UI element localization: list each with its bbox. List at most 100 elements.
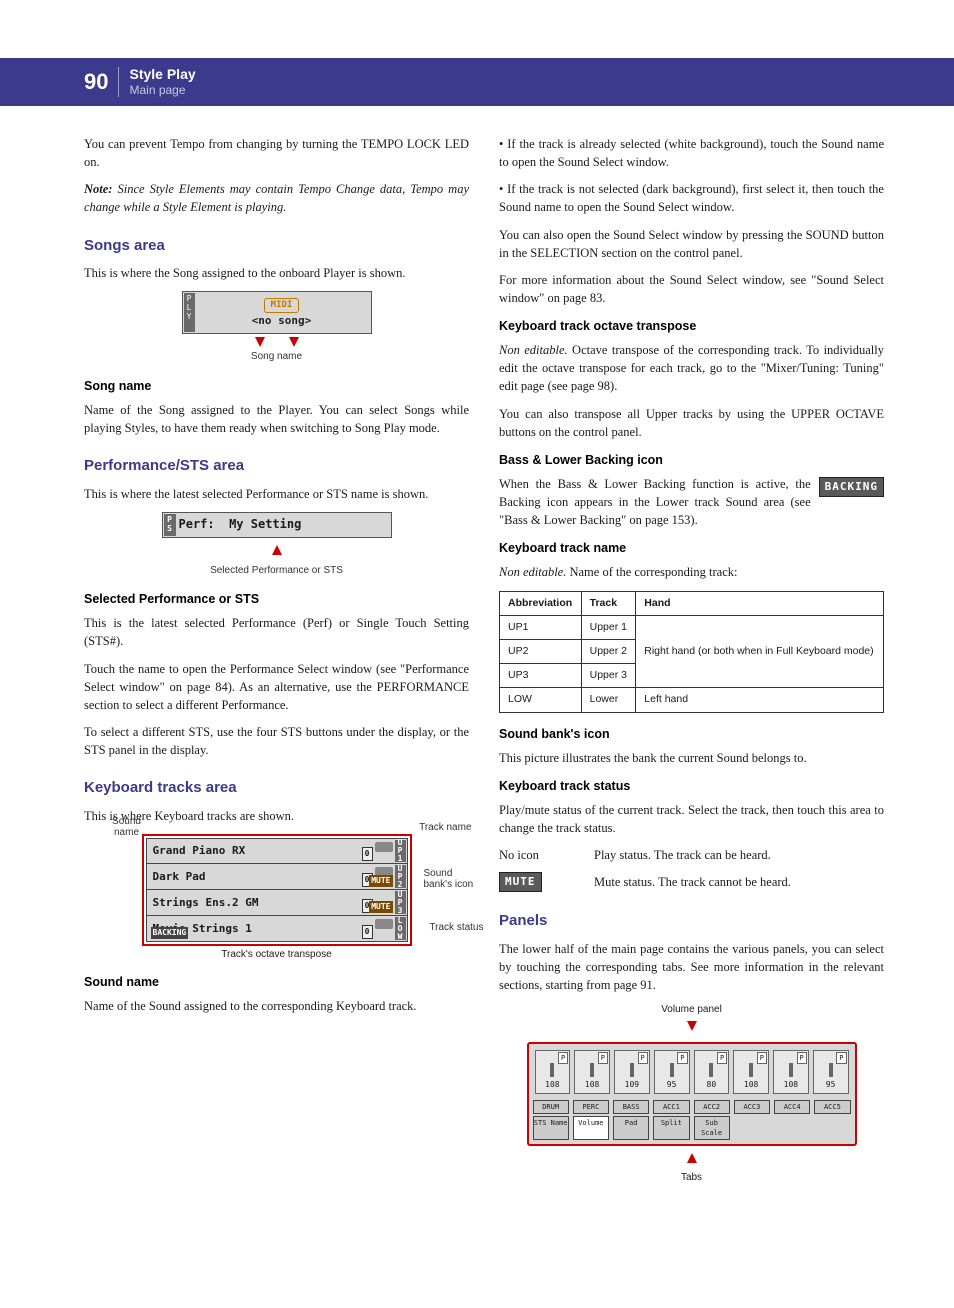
volume-slider: P108	[535, 1050, 571, 1094]
slider-value: 80	[707, 1079, 717, 1091]
slider-value: 95	[667, 1079, 677, 1091]
bullet-body: If the track is not selected (dark backg…	[499, 182, 884, 214]
body-text: Name of the Sound assigned to the corres…	[84, 997, 469, 1015]
no-song-text: <no song>	[197, 313, 367, 329]
backing-badge: BACKING	[151, 927, 189, 939]
td: UP1	[500, 615, 582, 639]
track-label: ACC4	[774, 1100, 810, 1114]
track-label: ACC1	[653, 1100, 689, 1114]
p-badge: P	[836, 1052, 846, 1064]
arrow-down-icon	[255, 337, 265, 347]
bullet-text: • If the track is already selected (whit…	[499, 135, 884, 171]
abbreviation-table: Abbreviation Track Hand UP1 Upper 1 Righ…	[499, 591, 884, 713]
p-badge: P	[598, 1052, 608, 1064]
th-hand: Hand	[636, 591, 884, 615]
kb-row-name: Dark Pad	[153, 869, 206, 885]
track-label: PERC	[573, 1100, 609, 1114]
midi-badge: MIDI	[264, 298, 300, 313]
subheading-track-status: Keyboard track status	[499, 777, 884, 795]
subheading-backing-icon: Bass & Lower Backing icon	[499, 451, 884, 469]
track-label: ACC2	[694, 1100, 730, 1114]
figure-perf-box: PS Perf: My Setting Selected Performance…	[84, 512, 469, 578]
body-text: This is the latest selected Performance …	[84, 614, 469, 650]
body-text: You can also open the Sound Select windo…	[499, 226, 884, 262]
td: UP2	[500, 639, 582, 663]
td: Upper 2	[581, 639, 636, 663]
heading-songs-area: Songs area	[84, 235, 469, 257]
ps-indicator: PS	[164, 514, 176, 535]
left-column: You can prevent Tempo from changing by t…	[84, 135, 469, 1268]
figure-keyboard-tracks: Sound name Track name Sound bank's icon …	[142, 834, 412, 963]
ply-indicator: PLY	[184, 293, 195, 332]
td: Upper 1	[581, 615, 636, 639]
kb-track-row: Dark Pad 0 MUTE UP2	[146, 864, 408, 890]
subheading-kb-track-name: Keyboard track name	[499, 539, 884, 557]
note-text: Note: Since Style Elements may contain T…	[84, 180, 469, 216]
kb-side-label: LOW	[395, 917, 406, 940]
kb-track-row: Grand Piano RX 0 UP1	[146, 838, 408, 864]
heading-panels: Panels	[499, 910, 884, 932]
td: Upper 3	[581, 664, 636, 688]
volume-panel-caption-top: Volume panel	[499, 1003, 884, 1018]
track-label: BASS	[613, 1100, 649, 1114]
note-label: Note:	[84, 182, 112, 196]
slider-value: 108	[784, 1079, 798, 1091]
td: LOW	[500, 688, 582, 712]
p-badge: P	[757, 1052, 767, 1064]
mute-badge: MUTE	[369, 901, 392, 913]
p-badge: P	[558, 1052, 568, 1064]
kb-side-label: UP3	[395, 891, 406, 914]
perf-box: PS Perf: My Setting	[162, 512, 392, 537]
page-header: 90 Style Play Main page	[0, 58, 954, 106]
body-text: This is where the latest selected Perfor…	[84, 485, 469, 503]
p-badge: P	[717, 1052, 727, 1064]
body-text: You can also transpose all Upper tracks …	[499, 405, 884, 441]
th-track: Track	[581, 591, 636, 615]
p-badge: P	[797, 1052, 807, 1064]
arrow-up-icon	[687, 1153, 697, 1163]
non-editable-label: Non editable.	[499, 343, 568, 357]
body-text: Name of the Song assigned to the Player.…	[84, 401, 469, 437]
body-text: Non editable. Octave transpose of the co…	[499, 341, 884, 395]
header-divider	[118, 67, 119, 97]
kb-row-name: Grand Piano RX	[153, 843, 246, 859]
callout-octave-transpose: Track's octave transpose	[142, 948, 412, 963]
callout-sound-name: Sound name	[102, 816, 152, 838]
right-column: • If the track is already selected (whit…	[499, 135, 884, 1268]
arrow-down-icon	[687, 1021, 697, 1031]
slider-value: 108	[744, 1079, 758, 1091]
octave-badge: 0	[362, 847, 373, 861]
volume-slider: P 108	[733, 1050, 769, 1094]
body-text: For more information about the Sound Sel…	[499, 271, 884, 307]
td: Left hand	[636, 688, 884, 712]
figure-caption: Song name	[84, 350, 469, 365]
song-box: PLY MIDI <no song>	[182, 291, 372, 334]
table-header-row: Abbreviation Track Hand	[500, 591, 884, 615]
slider-value: 95	[826, 1079, 836, 1091]
subheading-bank-icon: Sound bank's icon	[499, 725, 884, 743]
kb-side-label: UP2	[395, 865, 406, 888]
tabs-caption: Tabs	[499, 1171, 884, 1186]
bullet-body: If the track is already selected (white …	[499, 137, 884, 169]
callout-track-name: Track name	[419, 822, 471, 833]
heading-keyboard-tracks: Keyboard tracks area	[84, 777, 469, 799]
td: Right hand (or both when in Full Keyboar…	[636, 615, 884, 688]
backing-badge: BACKING	[819, 477, 884, 497]
slider-value: 109	[625, 1079, 639, 1091]
callout-track-status: Track status	[429, 922, 483, 933]
kb-track-row: Strings Ens.2 GM 0 MUTE UP3	[146, 890, 408, 916]
bullet-text: • If the track is not selected (dark bac…	[499, 180, 884, 216]
volume-slider: P 80	[694, 1050, 730, 1094]
table-row: UP1 Upper 1 Right hand (or both when in …	[500, 615, 884, 639]
track-label: ACC3	[734, 1100, 770, 1114]
sound-bank-icon	[375, 842, 393, 852]
page-number: 90	[84, 69, 108, 95]
th-abbrev: Abbreviation	[500, 591, 582, 615]
td: UP3	[500, 664, 582, 688]
body-text: This picture illustrates the bank the cu…	[499, 749, 884, 767]
mute-badge: MUTE	[369, 875, 392, 887]
status-row-mute: MUTE Mute status. The track cannot be he…	[499, 872, 884, 892]
arrow-up-icon	[272, 545, 282, 555]
perf-label: Perf:	[179, 517, 215, 531]
body-span: When the Bass & Lower Backing function i…	[499, 477, 811, 527]
